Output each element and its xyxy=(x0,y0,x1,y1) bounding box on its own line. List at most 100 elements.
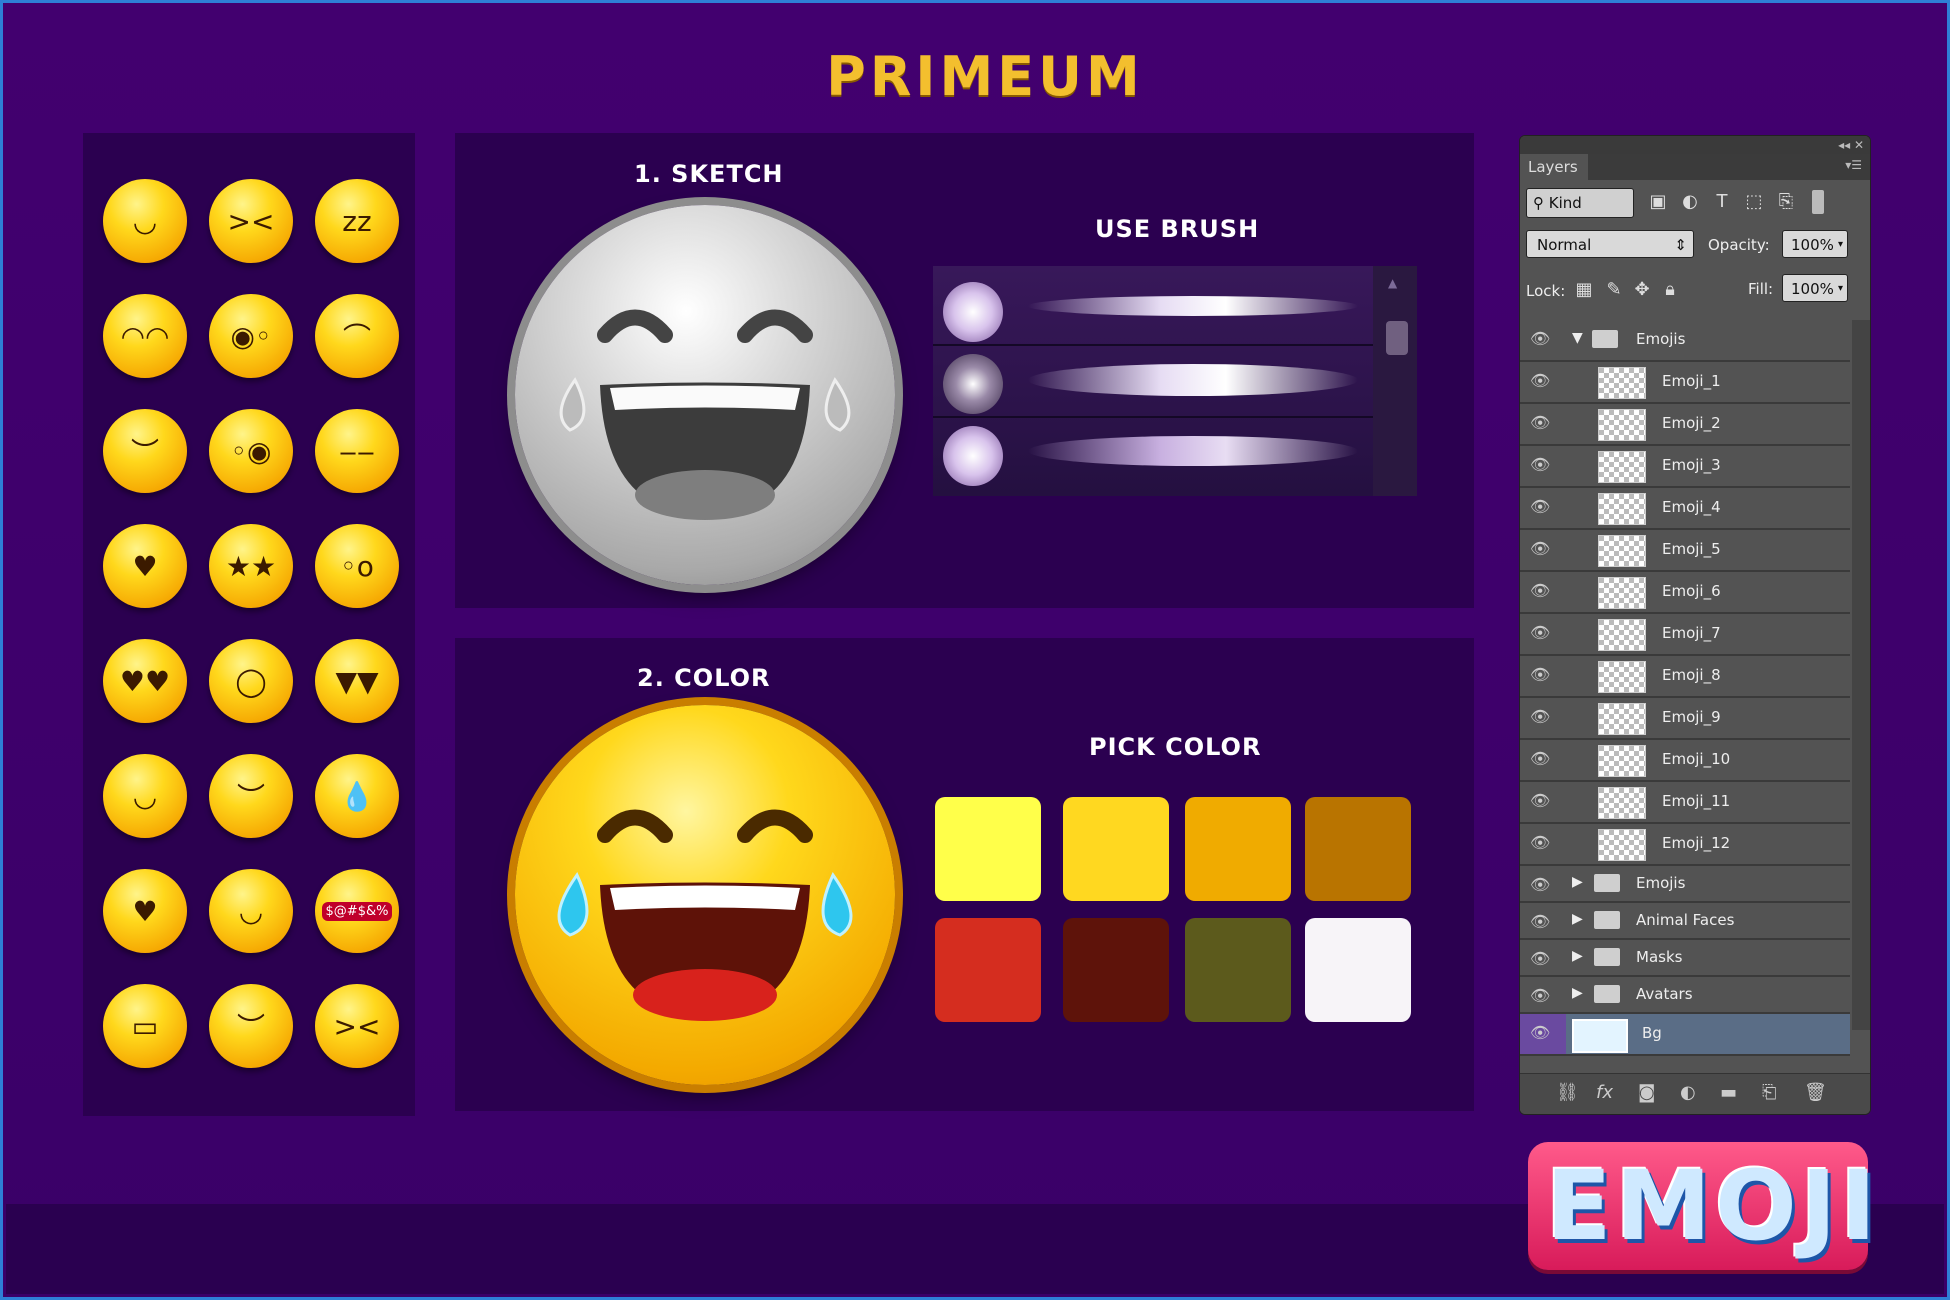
eye-icon[interactable]: 👁︎ xyxy=(1530,875,1550,894)
triangle-right-icon[interactable]: ▶ xyxy=(1572,985,1583,1001)
fx-icon[interactable]: fx xyxy=(1596,1082,1613,1103)
eye-icon[interactable]: 👁︎ xyxy=(1530,833,1550,852)
opacity-input[interactable]: 100% ▾ xyxy=(1782,230,1848,258)
filter-toggle[interactable] xyxy=(1812,190,1824,214)
new-layer-icon[interactable]: ⎗ xyxy=(1762,1082,1776,1103)
eye-icon[interactable]: 👁︎ xyxy=(1530,707,1550,726)
color-swatch[interactable] xyxy=(1063,918,1169,1022)
eye-icon[interactable]: 👁︎ xyxy=(1530,413,1550,432)
eye-icon[interactable]: 👁︎ xyxy=(1530,455,1550,474)
triangle-down-icon[interactable]: ▼ xyxy=(1572,330,1583,346)
layer-group[interactable]: 👁︎ ▶ Avatars xyxy=(1520,977,1850,1014)
layer-row[interactable]: 👁︎ Emoji_11 xyxy=(1520,782,1850,824)
emoji-face-glyph: ‒‒ xyxy=(339,434,375,468)
grimacing-face-icon: ▭ xyxy=(103,984,187,1068)
filter-kind-select[interactable]: ⚲ Kind xyxy=(1526,188,1634,218)
adjustment-filter-icon[interactable]: ◐ xyxy=(1680,192,1700,212)
brush-option[interactable] xyxy=(933,346,1373,418)
new-group-icon[interactable]: ▬ xyxy=(1720,1082,1737,1103)
eye-icon[interactable]: 👁︎ xyxy=(1530,623,1550,642)
trash-icon[interactable]: 🗑︎ xyxy=(1804,1082,1827,1103)
color-swatch[interactable] xyxy=(935,918,1041,1022)
layer-group[interactable]: 👁︎ ▶ Emojis xyxy=(1520,866,1850,903)
layer-row[interactable]: 👁︎ Emoji_8 xyxy=(1520,656,1850,698)
layer-thumbnail xyxy=(1598,409,1646,441)
search-icon: ⚲ xyxy=(1533,194,1544,212)
emoji-face-glyph: ︶ xyxy=(130,436,159,469)
link-icon[interactable]: ⛓ xyxy=(1556,1082,1579,1103)
layer-row[interactable]: 👁︎ Emoji_9 xyxy=(1520,698,1850,740)
layer-name: Avatars xyxy=(1636,985,1693,1003)
layer-row-selected[interactable]: 👁︎ Bg xyxy=(1520,1014,1850,1056)
eye-icon[interactable]: 👁︎ xyxy=(1530,749,1550,768)
content-face-icon: ︶ xyxy=(209,754,293,838)
layer-row[interactable]: 👁︎ Emoji_1 xyxy=(1520,362,1850,404)
fill-input[interactable]: 100% ▾ xyxy=(1782,274,1848,302)
layer-name: Masks xyxy=(1636,948,1683,966)
eye-icon[interactable]: 👁︎ xyxy=(1530,665,1550,684)
image-filter-icon[interactable]: ▣ xyxy=(1648,192,1668,212)
kissing-heart-icon: ♥ xyxy=(103,869,187,953)
eye-icon[interactable]: 👁︎ xyxy=(1530,581,1550,600)
type-filter-icon[interactable]: T xyxy=(1712,192,1732,212)
panel-collapse-controls[interactable]: ◂◂ ✕ xyxy=(1520,136,1870,154)
eye-icon[interactable]: 👁︎ xyxy=(1530,791,1550,810)
layer-row[interactable]: 👁︎ Emoji_3 xyxy=(1520,446,1850,488)
brush-option[interactable] xyxy=(933,274,1373,346)
color-swatch[interactable] xyxy=(1063,797,1169,901)
layer-row[interactable]: 👁︎ Emoji_5 xyxy=(1520,530,1850,572)
scroll-up-icon[interactable]: ▲ xyxy=(1388,276,1397,290)
smart-object-filter-icon[interactable]: ⎘ xyxy=(1776,192,1796,212)
heart-eyes-icon: ♥♥ xyxy=(103,639,187,723)
layer-row[interactable]: 👁︎ Emoji_6 xyxy=(1520,572,1850,614)
layer-row[interactable]: 👁︎ Emoji_12 xyxy=(1520,824,1850,866)
mask-icon[interactable]: ◙ xyxy=(1638,1082,1655,1103)
eye-cell[interactable]: 👁︎ xyxy=(1520,1014,1566,1054)
layer-row[interactable]: 👁︎ Emoji_4 xyxy=(1520,488,1850,530)
lock-all-icon[interactable]: 🔒︎ xyxy=(1660,280,1680,300)
triangle-right-icon[interactable]: ▶ xyxy=(1572,874,1583,890)
color-swatch[interactable] xyxy=(1305,797,1411,901)
color-swatch[interactable] xyxy=(1305,918,1411,1022)
lock-brush-icon[interactable]: ✎ xyxy=(1604,280,1624,300)
color-swatch[interactable] xyxy=(1185,918,1291,1022)
shape-filter-icon[interactable]: ⬚ xyxy=(1744,192,1764,212)
eye-icon[interactable]: 👁︎ xyxy=(1530,371,1550,390)
emoji-face-glyph: ★★ xyxy=(225,549,277,583)
layer-group[interactable]: 👁︎ ▶ Masks xyxy=(1520,940,1850,977)
layer-row[interactable]: 👁︎ Emoji_7 xyxy=(1520,614,1850,656)
eye-icon[interactable]: 👁︎ xyxy=(1530,912,1550,931)
layer-row[interactable]: 👁︎ Emoji_2 xyxy=(1520,404,1850,446)
layer-group[interactable]: 👁︎ ▶ Animal Faces xyxy=(1520,903,1850,940)
tab-layers[interactable]: Layers xyxy=(1520,154,1588,180)
lock-transparency-icon[interactable]: ▦ xyxy=(1574,280,1594,300)
scroll-thumb[interactable] xyxy=(1386,321,1408,355)
lock-position-icon[interactable]: ✥ xyxy=(1632,280,1652,300)
emoji-face-glyph: $@#$&% xyxy=(321,901,393,921)
eye-icon[interactable]: 👁︎ xyxy=(1530,539,1550,558)
triangle-right-icon[interactable]: ▶ xyxy=(1572,948,1583,964)
layer-thumbnail xyxy=(1598,451,1646,483)
color-swatch[interactable] xyxy=(935,797,1041,901)
eye-icon[interactable]: 👁︎ xyxy=(1530,1023,1550,1042)
brush-option[interactable] xyxy=(933,418,1373,488)
relieved-face-icon: ︶ xyxy=(103,409,187,493)
color-emoji-features xyxy=(557,809,853,1021)
layer-row[interactable]: 👁︎ Emoji_10 xyxy=(1520,740,1850,782)
layer-group-open[interactable]: 👁︎ ▼ Emojis xyxy=(1520,320,1850,362)
eye-icon[interactable]: 👁︎ xyxy=(1530,986,1550,1005)
brush-scrollbar[interactable]: ▲ xyxy=(1373,266,1417,496)
triangle-right-icon[interactable]: ▶ xyxy=(1572,911,1583,927)
layers-scrollbar[interactable] xyxy=(1852,320,1870,1030)
color-swatch[interactable] xyxy=(1185,797,1291,901)
eye-icon[interactable]: 👁︎ xyxy=(1530,497,1550,516)
panel-menu-icon[interactable]: ▾☰ xyxy=(1845,158,1862,172)
adjustment-icon[interactable]: ◐ xyxy=(1680,1082,1696,1103)
eye-icon[interactable]: 👁︎ xyxy=(1530,949,1550,968)
brush-picker[interactable]: ▲ xyxy=(933,266,1417,496)
emoji-face-glyph: ︶ xyxy=(236,781,265,814)
blend-mode-select[interactable]: Normal ⇕ xyxy=(1526,230,1694,258)
layer-thumbnail xyxy=(1598,619,1646,651)
eye-icon[interactable]: 👁︎ xyxy=(1530,329,1550,348)
angry-face-icon: ▼▼ xyxy=(315,639,399,723)
